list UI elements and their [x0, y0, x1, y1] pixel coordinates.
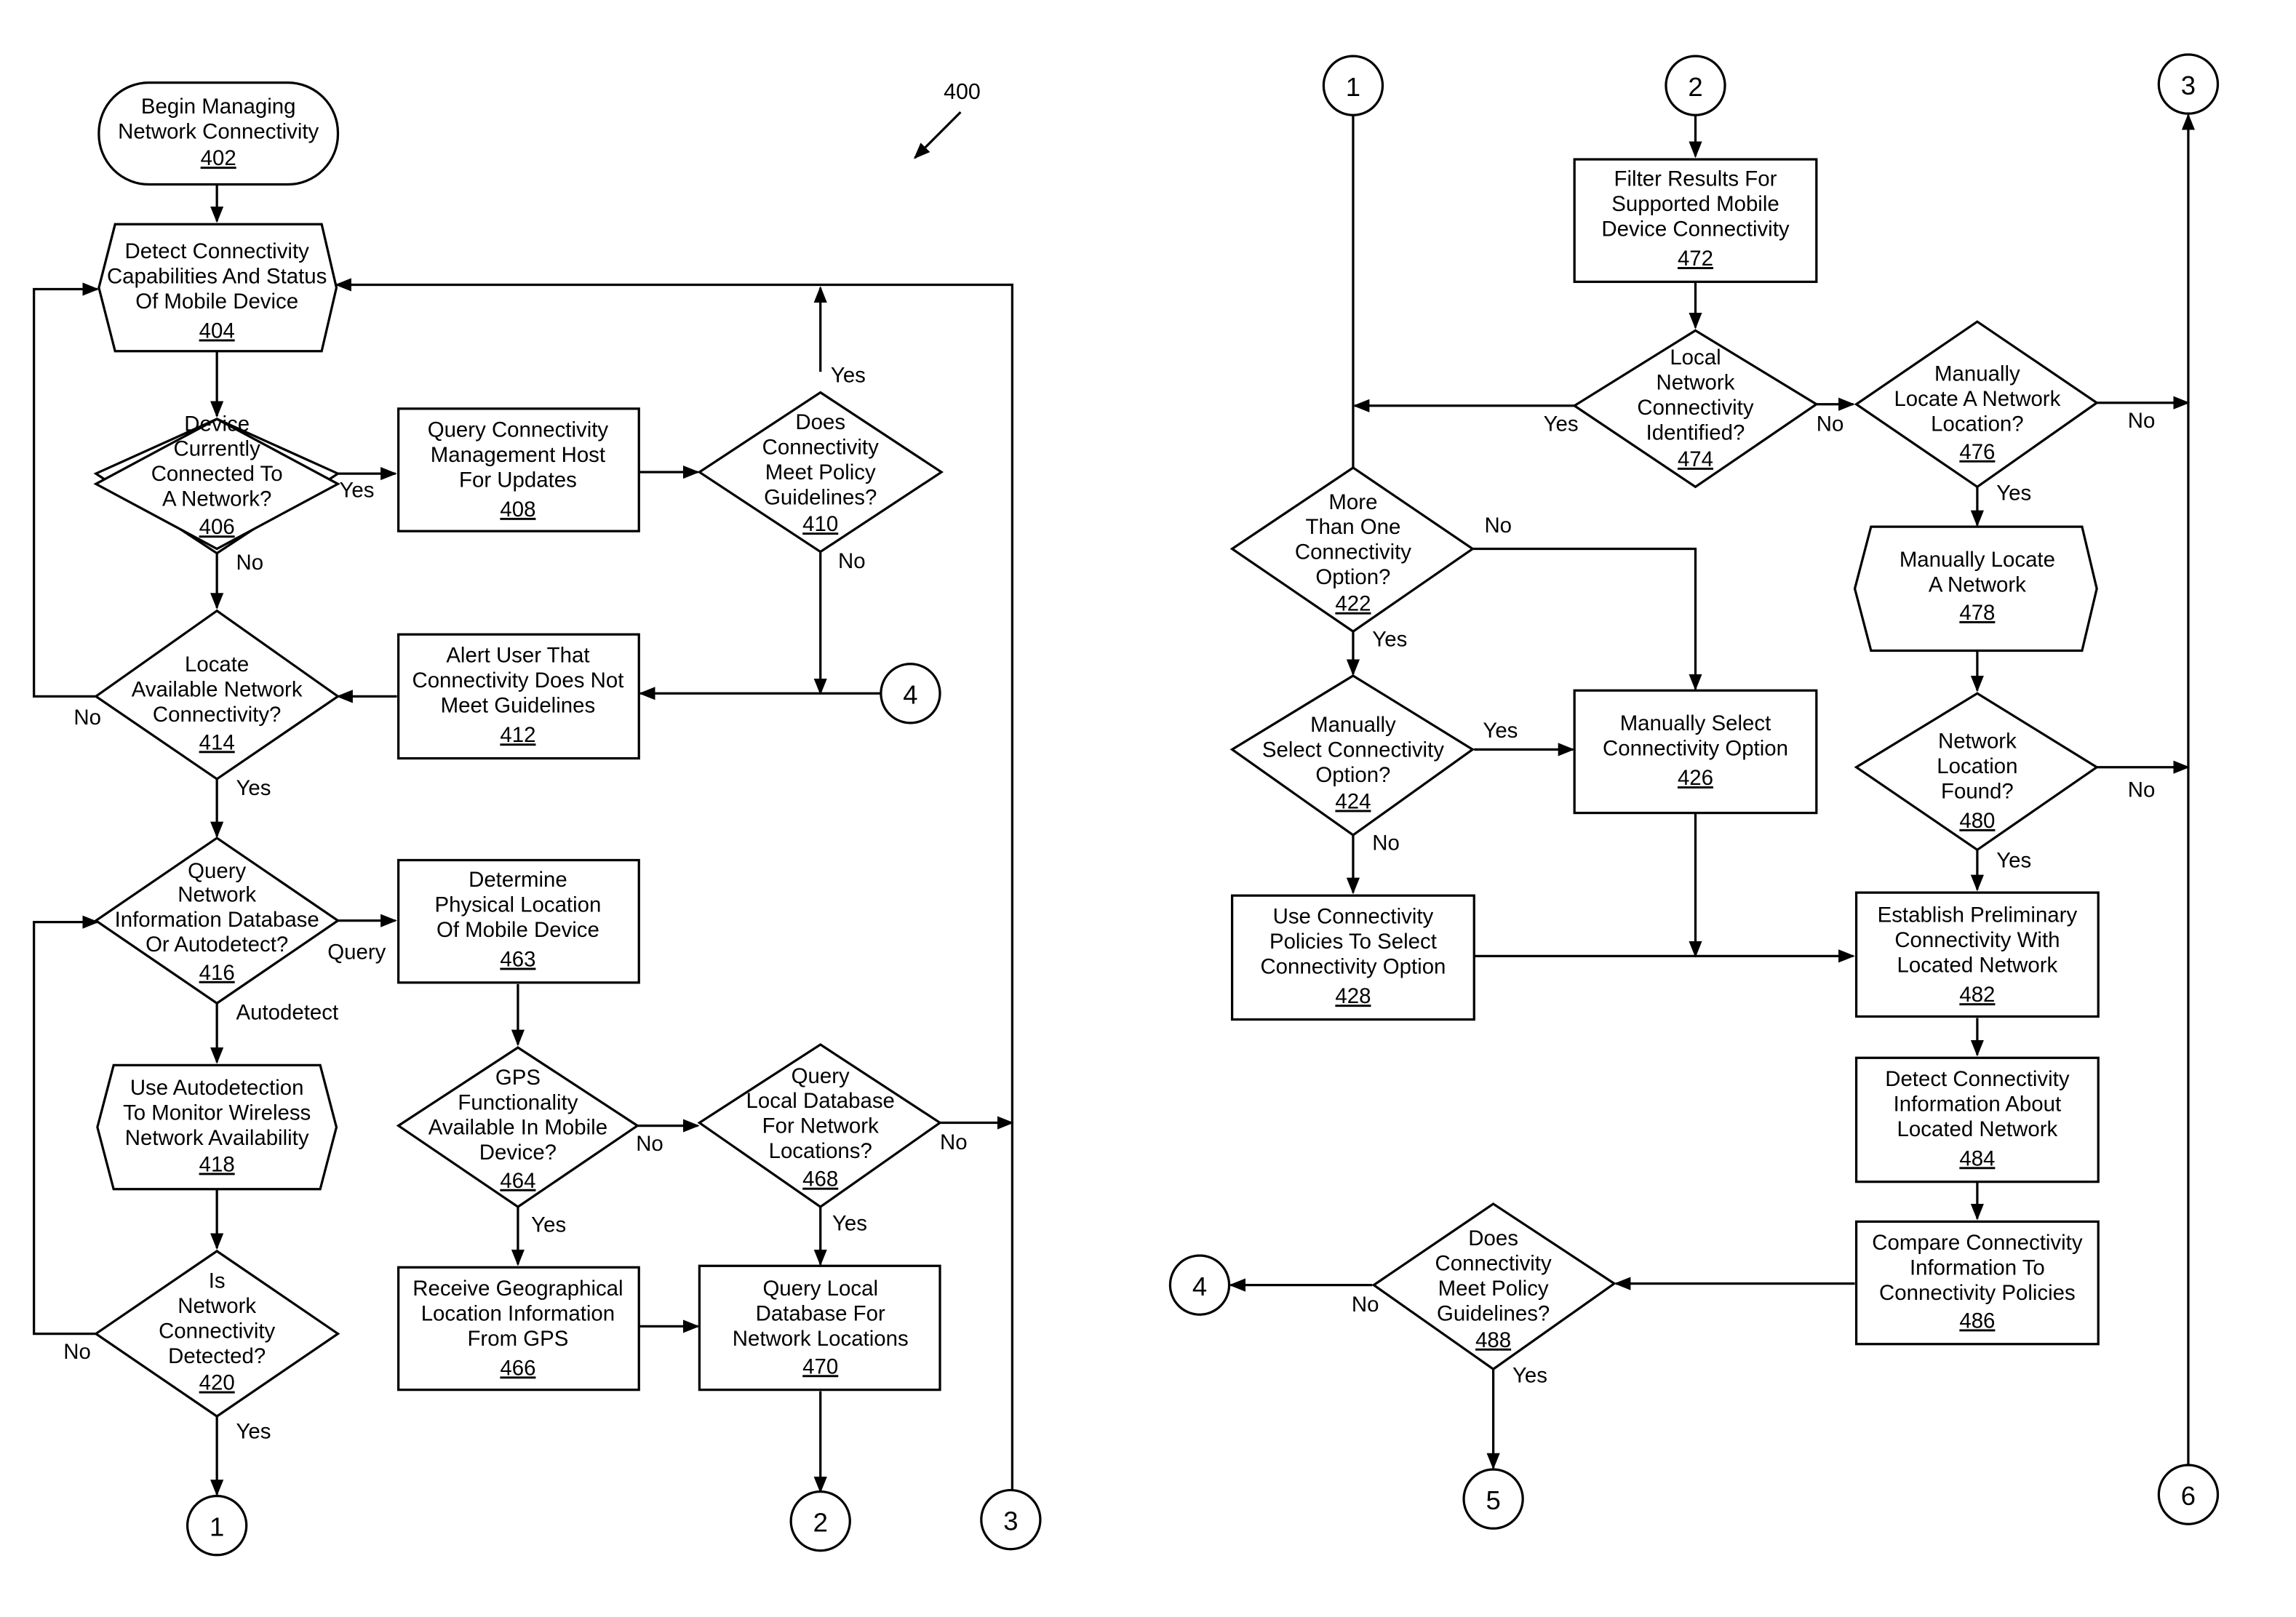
connector-2-in: 2	[1665, 55, 1726, 116]
svg-text:No: No	[1372, 831, 1400, 855]
svg-text:Yes: Yes	[531, 1213, 566, 1237]
connector-5-out: 5	[1462, 1468, 1524, 1530]
svg-text:GPSFunctionalityAvailable In M: GPS Functionality Available In Mobile Devic…	[428, 1066, 607, 1193]
svg-text:3: 3	[2181, 71, 2196, 100]
svg-text:No: No	[236, 551, 264, 575]
svg-text:2: 2	[813, 1507, 828, 1537]
node-480-network-location-found: Network Location Found? 480	[1854, 692, 2100, 852]
svg-text:Query: Query	[327, 940, 386, 964]
svg-text:Yes: Yes	[832, 1212, 867, 1236]
svg-text:No: No	[1484, 514, 1512, 538]
connector-3-out: 3	[980, 1488, 1042, 1551]
connector-1-out: 1	[186, 1495, 248, 1557]
connector-1-in: 1	[1322, 55, 1384, 116]
node-406-device-connected: Device Currently Connected To A Network? 406	[93, 412, 340, 555]
svg-text:No: No	[73, 706, 101, 730]
figure-reference: 400	[944, 79, 981, 104]
node-466-receive-gps-location: Receive Geographical Location Information…	[397, 1266, 640, 1392]
connector-4-out: 4	[1168, 1254, 1231, 1316]
node-464-gps-available: GPS Functionality Available In Mobile Devic…	[396, 1046, 640, 1209]
svg-text:No: No	[1352, 1293, 1379, 1317]
node-418-use-autodetection: Use Autodetection To Monitor Wireless Netw…	[96, 1063, 338, 1191]
node-486-compare-connectivity: Compare Connectivity Information To Connec…	[1854, 1220, 2100, 1346]
svg-text:QueryNetworkInformation Databa: Query Network Information Database Or Autod…	[115, 859, 319, 985]
connector-3-in: 3	[2157, 53, 2220, 115]
svg-text:Yes: Yes	[1483, 719, 1518, 743]
svg-text:Yes: Yes	[1372, 627, 1407, 651]
svg-text:No: No	[1817, 412, 1844, 436]
node-476-manually-locate-decision: Manually Locate A Network Location? 476	[1854, 320, 2100, 489]
node-428-use-policies-select: Use Connectivity Policies To Select Connec…	[1230, 894, 1475, 1021]
node-402-begin: Begin Managing Network Connectivity 402	[97, 81, 340, 186]
connector-2-out: 2	[789, 1490, 851, 1552]
svg-text:Yes: Yes	[236, 1420, 271, 1444]
node-412-alert-user: Alert User That Connectivity Does Not Meet…	[397, 633, 640, 760]
node-424-manually-select-decision: Manually Select Connectivity Option? 424	[1229, 674, 1475, 837]
svg-text:No: No	[636, 1132, 663, 1156]
svg-text:No: No	[940, 1130, 968, 1154]
node-472-filter-results: Filter Results For Supported Mobile Device…	[1573, 158, 1818, 284]
figure-reference-arrow	[913, 111, 962, 159]
svg-text:Autodetect: Autodetect	[236, 1001, 339, 1025]
flowchart-400: 400 Begin Managing Network Connectivity 40…	[33, 53, 2220, 1557]
svg-text:1: 1	[210, 1512, 224, 1541]
node-482-establish-connectivity: Establish Preliminary Connectivity With Lo…	[1854, 891, 2100, 1018]
node-422-more-than-one-option: More Than One Connectivity Option? 422	[1229, 466, 1475, 634]
svg-text:3: 3	[1003, 1506, 1018, 1536]
svg-text:5: 5	[1486, 1485, 1500, 1515]
node-414-locate-network: Locate Available Network Connectivity? 414	[93, 609, 340, 780]
svg-text:4: 4	[903, 679, 917, 709]
svg-text:Yes: Yes	[1544, 412, 1579, 436]
node-488-meets-policy: Does Connectivity Meet Policy Guidelines? 48…	[1371, 1202, 1617, 1371]
svg-text:4: 4	[1192, 1271, 1207, 1301]
svg-text:2: 2	[1688, 72, 1702, 102]
node-426-manually-select-option: Manually Select Connectivity Option 426	[1573, 689, 1818, 815]
svg-text:Yes: Yes	[1512, 1364, 1547, 1388]
svg-text:No: No	[838, 549, 866, 573]
svg-text:Yes: Yes	[1996, 482, 2031, 506]
svg-text:1: 1	[1346, 72, 1360, 102]
connector-6-in: 6	[2157, 1464, 2220, 1525]
svg-text:Yes: Yes	[1996, 849, 2031, 873]
node-404-detect-capabilities: Detect Connectivity Capabilities And Stat…	[97, 223, 338, 353]
svg-text:Yes: Yes	[831, 363, 866, 387]
svg-text:No: No	[63, 1340, 91, 1364]
connector-4-in: 4	[880, 663, 941, 724]
node-470-query-local-database: Query Local Database For Network Locations…	[698, 1264, 941, 1392]
node-474-local-connectivity-identified: Local Network Connectivity Identified? 474	[1572, 329, 1819, 489]
node-416-query-or-autodetect: Query Network Information Database Or Autod…	[93, 837, 340, 1005]
node-484-detect-connectivity-info: Detect Connectivity Information About Loca…	[1854, 1056, 2100, 1183]
svg-text:6: 6	[2181, 1481, 2196, 1511]
node-468-query-local-db: Query Local Database For Network Locations?…	[697, 1043, 942, 1209]
svg-text:Yes: Yes	[236, 776, 271, 800]
node-463-determine-location: Determine Physical Location Of Mobile Devi…	[397, 858, 640, 984]
node-410-meets-policy: Does Connectivity Meet Policy Guidelines? 41…	[697, 391, 944, 554]
svg-text:No: No	[2128, 778, 2156, 802]
node-478-manually-locate-network: Manually Locate A Network 478	[1853, 525, 2098, 652]
node-408-query-host: Query Connectivity Management Host For Upd…	[397, 407, 640, 532]
svg-text:Yes: Yes	[340, 479, 375, 503]
node-420-connectivity-detected: Is Network Connectivity Detected? 420	[93, 1250, 340, 1418]
svg-text:No: No	[2128, 409, 2156, 433]
